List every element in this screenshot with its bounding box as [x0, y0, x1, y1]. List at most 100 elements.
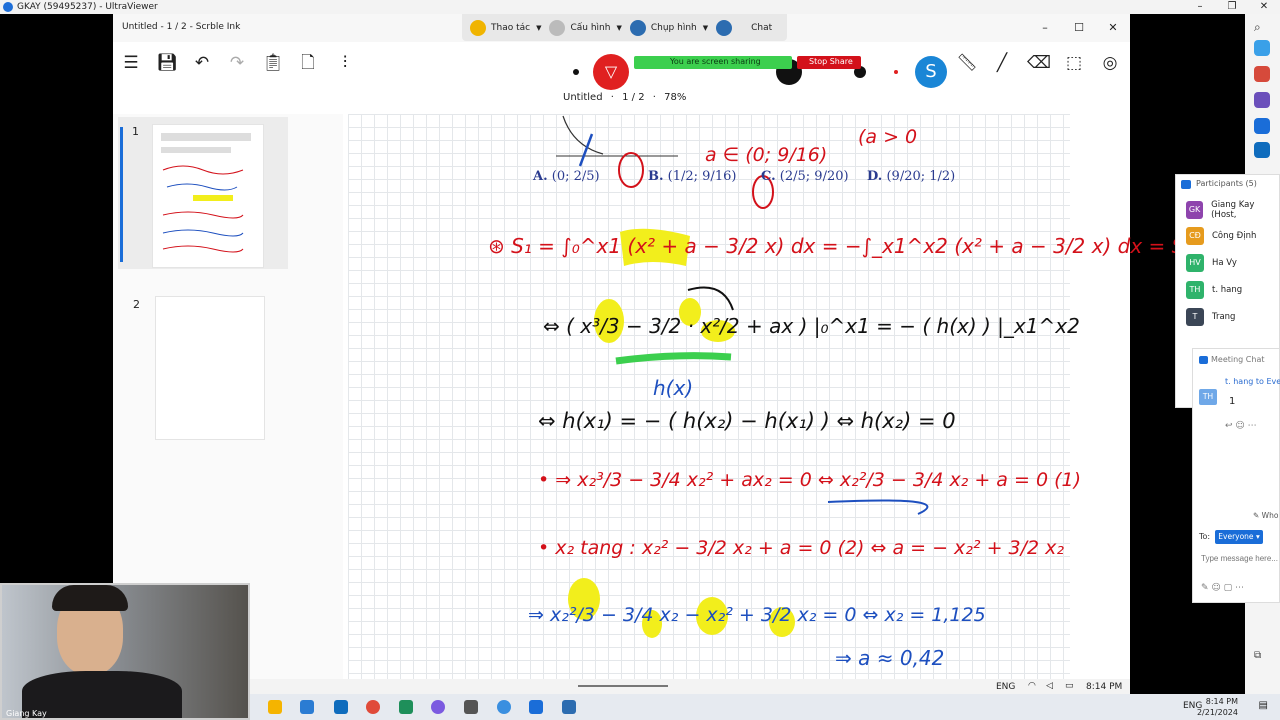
chevron-down-icon: ▼: [616, 23, 622, 32]
wifi-icon[interactable]: ◠: [1028, 681, 1036, 691]
line-tool-icon[interactable]: ╱: [991, 52, 1013, 74]
tools-icon[interactable]: [1254, 66, 1270, 82]
thumbnail-page-2[interactable]: [155, 296, 265, 440]
language-indicator[interactable]: ENG: [996, 682, 1015, 692]
actions-menu[interactable]: Thao tác ▼: [470, 19, 542, 36]
minimize-icon[interactable]: –: [1184, 0, 1216, 14]
red-small-dot[interactable]: [894, 70, 898, 74]
ruler-icon[interactable]: 📏︎: [956, 52, 978, 74]
chevron-down-icon: ▼: [536, 23, 542, 32]
clock: 8:14 PM: [1086, 682, 1123, 692]
chat-message-input[interactable]: [1201, 554, 1280, 563]
sliders-icon[interactable]: ⫶: [334, 52, 356, 74]
thumbnail-page-1: [152, 124, 264, 268]
inner-status-bar: ENG ◠ ◁ ▭ 8:14 PM: [113, 679, 1130, 694]
chat-label: Chat: [751, 22, 773, 33]
ultraviewer-title: GKAY (59495237) - UltraViewer: [17, 2, 158, 12]
new-page-icon[interactable]: 🗋: [297, 52, 319, 74]
select-icon[interactable]: ⬚: [1063, 52, 1085, 74]
restore-icon[interactable]: ❐: [1216, 0, 1248, 14]
save-icon[interactable]: 💾︎: [156, 52, 178, 74]
avatar: T: [1186, 308, 1204, 326]
pencil-icon: [470, 19, 486, 36]
close-icon[interactable]: ✕: [1248, 0, 1280, 14]
mail-icon[interactable]: [334, 700, 348, 714]
phone-icon[interactable]: [464, 700, 478, 714]
system-clock[interactable]: 8:14 PM 2/21/2024: [1197, 696, 1238, 718]
who-can-see[interactable]: ✎ Who: [1253, 511, 1278, 520]
equation-antiderivative: ⇔ ( x³/3 − 3/2 · x²/2 + ax ) |₀^x1 = − (…: [543, 314, 1080, 338]
participant-name: Ha Vy: [1212, 258, 1237, 268]
loop-stroke: [827, 499, 929, 515]
participant-name: Công Định: [1212, 231, 1257, 241]
outlook-icon[interactable]: [1254, 142, 1270, 158]
zoom-taskbar-icon[interactable]: [529, 700, 543, 714]
webcam-feed: Giang Kay: [0, 583, 250, 720]
option-c: C. (2/5; 9/20): [761, 169, 849, 184]
participant-row[interactable]: HV Ha Vy: [1186, 254, 1237, 272]
copilot-icon[interactable]: [1254, 40, 1270, 56]
thumbnail-1-selected[interactable]: 1: [118, 117, 288, 269]
expand-icon[interactable]: ⧉: [1254, 650, 1270, 666]
search-icon[interactable]: ⌕: [1254, 20, 1270, 36]
ink-minimize-icon[interactable]: –: [1028, 14, 1062, 42]
note-hx: h(x): [653, 376, 694, 400]
notification-icon[interactable]: ▤: [1259, 700, 1268, 711]
ultraviewer-toolbar: Thao tác ▼ Cấu hình ▼ Chụp hình ▼ Chat: [462, 14, 787, 41]
chat-to-label: To:: [1199, 532, 1211, 541]
screenshot-menu[interactable]: Chụp hình ▼: [629, 19, 708, 36]
chat-message: 1: [1229, 396, 1236, 407]
ink-close-icon[interactable]: ✕: [1096, 14, 1130, 42]
equation-result: ⇒ a ≈ 0,42: [835, 646, 945, 670]
settings-menu[interactable]: Cấu hình ▼: [549, 19, 622, 36]
pen-tool-button[interactable]: ▽: [593, 54, 629, 90]
horizontal-scrollbar[interactable]: [578, 685, 668, 687]
selected-indicator: [120, 127, 123, 262]
participant-row[interactable]: CĐ Công Định: [1186, 227, 1256, 245]
ink-canvas[interactable]: A. (0; 2/5) B. (1/2; 9/16) C. (2/5; 9/20…: [348, 114, 1192, 680]
document-name: Untitled: [563, 92, 603, 103]
chat-icon: [716, 19, 733, 36]
volume-icon[interactable]: ◁: [1046, 681, 1053, 691]
view-icon[interactable]: ◎: [1099, 52, 1121, 74]
page-indicator: 1 / 2: [622, 92, 645, 103]
avatar: CĐ: [1186, 227, 1204, 245]
equation-area: ⊛ S₁ = ∫₀^x1 (x² + a − 3/2 x) dx = −∫_x1…: [488, 234, 1193, 258]
ink-maximize-icon[interactable]: ☐: [1062, 14, 1096, 42]
participant-row[interactable]: T Trang: [1186, 308, 1235, 326]
camera-icon: [629, 19, 646, 36]
note-a-positive: (a > 0: [858, 126, 918, 148]
app-icon[interactable]: [399, 700, 413, 714]
reply-icon[interactable]: ↩ ☺ ⋯: [1225, 421, 1257, 431]
participant-row[interactable]: TH t. hang: [1186, 281, 1242, 299]
zoom-icon: [1199, 356, 1208, 364]
eraser-icon[interactable]: ⌫: [1027, 52, 1051, 74]
office-icon[interactable]: [1254, 118, 1270, 134]
store-icon[interactable]: [300, 700, 314, 714]
participant-name: Giang Kay (Host,: [1211, 200, 1255, 220]
clipboard-icon[interactable]: 📋︎: [262, 52, 284, 74]
participant-row[interactable]: GK Giang Kay (Host,: [1186, 200, 1279, 220]
ink-window-title: Untitled - 1 / 2 - Scrble Ink: [122, 22, 241, 32]
redo-icon[interactable]: ↷: [226, 52, 248, 74]
undo-icon[interactable]: ↶: [191, 52, 213, 74]
thumbnail-number: 2: [133, 298, 140, 311]
circle-x2: [618, 152, 644, 188]
chat-tools-icons[interactable]: ✎ ☺ ▢ ⋯: [1201, 583, 1244, 593]
menu-icon[interactable]: ☰: [120, 52, 142, 74]
recipient-select[interactable]: Everyone ▾: [1215, 530, 1263, 544]
gear-icon: [549, 19, 566, 36]
document-caption: Untitled · 1 / 2 · 78%: [563, 92, 687, 103]
webcam-name-label: Giang Kay: [6, 709, 47, 718]
chrome-icon[interactable]: [366, 700, 380, 714]
app-icon[interactable]: [431, 700, 445, 714]
ultraviewer-taskbar-icon[interactable]: [562, 700, 576, 714]
games-icon[interactable]: [1254, 92, 1270, 108]
file-explorer-icon[interactable]: [268, 700, 282, 714]
stop-share-button[interactable]: Stop Share: [797, 56, 861, 69]
battery-icon[interactable]: ▭: [1065, 681, 1074, 691]
small-pen-dot[interactable]: [573, 69, 579, 75]
chat-menu[interactable]: Chat: [716, 19, 773, 36]
messenger-icon[interactable]: [497, 700, 511, 714]
lasso-tool-icon[interactable]: S: [915, 56, 947, 88]
